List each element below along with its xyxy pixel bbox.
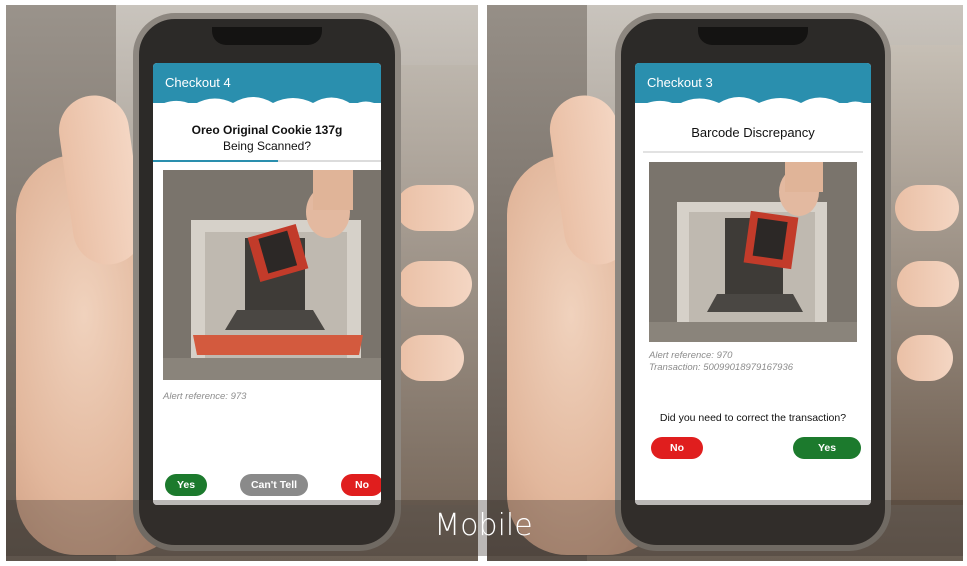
cant-tell-button[interactable]: Can't Tell <box>240 474 308 496</box>
yes-button[interactable]: Yes <box>165 474 207 496</box>
camera-snapshot[interactable] <box>163 170 381 380</box>
phone-screen-left: Checkout 4 Oreo Original Cookie 137g Bei… <box>153 63 381 505</box>
alert-card: Oreo Original Cookie 137g Being Scanned? <box>153 103 381 505</box>
progress-bar <box>153 160 381 162</box>
product-name: Oreo Original Cookie 137g <box>191 123 343 137</box>
no-button[interactable]: No <box>341 474 381 496</box>
checkout-title: Checkout 3 <box>647 75 713 90</box>
title-divider <box>643 151 863 153</box>
discrepancy-title: Barcode Discrepancy <box>691 125 815 140</box>
camera-snapshot[interactable] <box>649 162 857 342</box>
yes-button[interactable]: Yes <box>793 437 861 459</box>
phone-left: Checkout 4 Oreo Original Cookie 137g Bei… <box>133 13 401 551</box>
phone-notch <box>212 27 322 45</box>
alert-reference: Alert reference: 970 <box>649 350 733 361</box>
left-photo-panel: Checkout 4 Oreo Original Cookie 137g Bei… <box>6 5 478 561</box>
correction-question: Did you need to correct the transaction? <box>659 412 847 424</box>
alert-card: Barcode Discrepancy Alert reference: 970… <box>635 103 871 505</box>
no-button[interactable]: No <box>651 437 703 459</box>
right-photo-panel: Checkout 3 Barcode Discrepancy Alert ref… <box>487 5 963 561</box>
finger-1 <box>396 185 474 231</box>
caption-label: Mobile <box>434 508 533 543</box>
phone-screen-right: Checkout 3 Barcode Discrepancy Alert ref… <box>635 63 871 505</box>
finger-1 <box>895 185 959 231</box>
phone-notch <box>698 27 808 45</box>
finger-3 <box>398 335 464 381</box>
phone-right: Checkout 3 Barcode Discrepancy Alert ref… <box>615 13 891 551</box>
alert-reference: Alert reference: 973 <box>163 391 247 402</box>
progress-fill <box>153 160 279 162</box>
scan-question: Being Scanned? <box>222 139 312 153</box>
finger-3 <box>897 335 953 381</box>
transaction-number: Transaction: 50099018979167936 <box>649 362 794 373</box>
finger-2 <box>398 261 472 307</box>
checkout-title: Checkout 4 <box>165 75 231 90</box>
finger-2 <box>897 261 959 307</box>
